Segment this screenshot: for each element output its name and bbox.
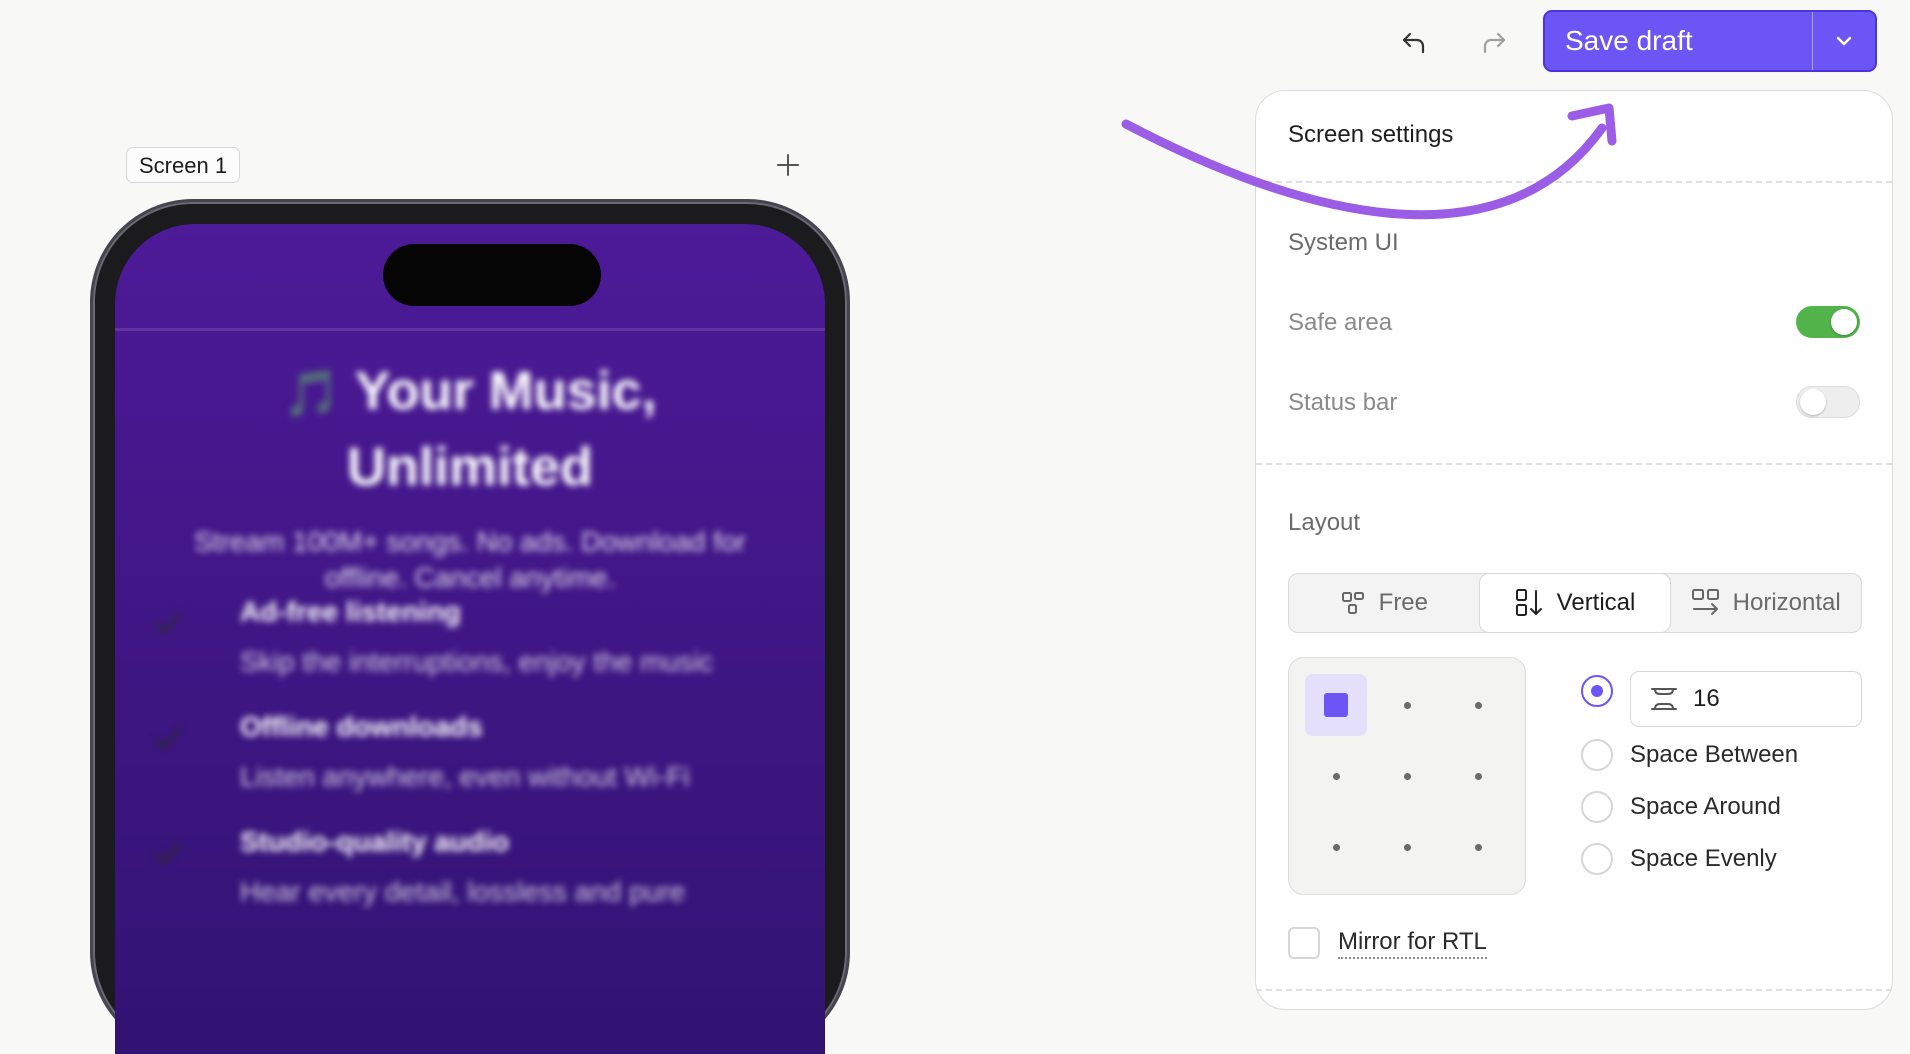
phone-screen[interactable]: 🎵 Your Music, Unlimited Stream 100M+ son… bbox=[115, 224, 825, 1054]
screen-label[interactable]: Screen 1 bbox=[126, 147, 241, 183]
save-draft-label: Save draft bbox=[1565, 25, 1693, 56]
chevron-down-icon bbox=[1836, 36, 1852, 46]
plus-icon bbox=[777, 154, 799, 176]
space-around-label: Space Around bbox=[1630, 793, 1781, 820]
space-between-label: Space Between bbox=[1630, 741, 1799, 768]
align-bottom-center[interactable] bbox=[1376, 816, 1438, 878]
dynamic-island bbox=[383, 244, 601, 306]
feature-title: Offline downloads bbox=[240, 711, 483, 742]
add-screen-button[interactable] bbox=[773, 150, 803, 180]
mirror-rtl-checkbox[interactable] bbox=[1288, 927, 1320, 959]
screen-label-text: Screen 1 bbox=[139, 153, 228, 178]
gap-value: 16 bbox=[1693, 685, 1720, 712]
align-top-right[interactable] bbox=[1447, 674, 1509, 736]
space-between-radio[interactable] bbox=[1581, 739, 1613, 771]
feature-description: Listen anywhere, even without Wi-Fi bbox=[240, 761, 690, 792]
section-divider bbox=[1256, 181, 1892, 183]
section-divider bbox=[1256, 989, 1892, 991]
hero-subtitle: Stream 100M+ songs. No ads. Download for… bbox=[155, 524, 785, 596]
redo-icon bbox=[1483, 32, 1506, 54]
undo-button[interactable] bbox=[1394, 22, 1434, 62]
space-evenly-radio[interactable] bbox=[1581, 843, 1613, 875]
align-top-left[interactable] bbox=[1305, 674, 1367, 736]
feature-title: Studio-quality audio bbox=[240, 826, 510, 857]
safe-area-toggle[interactable] bbox=[1796, 306, 1860, 338]
check-icon bbox=[154, 843, 182, 865]
feature-title: Ad-free listening bbox=[240, 596, 461, 627]
system-ui-heading: System UI bbox=[1288, 229, 1399, 256]
check-icon bbox=[154, 728, 182, 750]
gap-input[interactable]: 16 bbox=[1630, 671, 1862, 727]
hero-subtitle-line-2: offline. Cancel anytime. bbox=[324, 562, 616, 593]
section-divider bbox=[1256, 463, 1892, 465]
space-around-radio[interactable] bbox=[1581, 791, 1613, 823]
free-layout-icon bbox=[1341, 592, 1364, 614]
status-bar-divider bbox=[115, 328, 825, 331]
align-top-center[interactable] bbox=[1376, 674, 1438, 736]
save-options-button[interactable] bbox=[1812, 12, 1875, 70]
music-note-icon: 🎵 bbox=[283, 367, 341, 419]
align-middle-left[interactable] bbox=[1305, 745, 1367, 807]
layout-mode-segmented-control: Free Vertical Horizontal bbox=[1288, 573, 1862, 633]
status-bar-label: Status bar bbox=[1288, 389, 1398, 416]
vertical-layout-icon bbox=[1515, 589, 1542, 616]
layout-heading: Layout bbox=[1288, 509, 1361, 536]
alignment-grid bbox=[1288, 657, 1526, 895]
screen-settings-panel: Screen settings System UI Safe area Stat… bbox=[1255, 90, 1893, 1010]
layout-mode-horizontal-label: Horizontal bbox=[1732, 589, 1841, 616]
hero-title-line-1: Your Music, bbox=[354, 361, 657, 421]
redo-button[interactable] bbox=[1474, 22, 1514, 62]
align-bottom-left[interactable] bbox=[1305, 816, 1367, 878]
horizontal-layout-icon bbox=[1691, 589, 1719, 615]
align-bottom-right[interactable] bbox=[1447, 816, 1509, 878]
safe-area-label: Safe area bbox=[1288, 309, 1393, 336]
hero-title-line-2: Unlimited bbox=[346, 437, 593, 497]
save-draft-split-button: Save draft bbox=[1543, 10, 1877, 72]
status-bar-toggle[interactable] bbox=[1796, 386, 1860, 418]
hero-title: 🎵 Your Music, Unlimited bbox=[115, 354, 825, 504]
space-evenly-label: Space Evenly bbox=[1630, 845, 1777, 872]
gap-spacing-icon bbox=[1651, 688, 1677, 710]
phone-frame: 🎵 Your Music, Unlimited Stream 100M+ son… bbox=[93, 202, 847, 1054]
save-draft-button[interactable]: Save draft bbox=[1545, 12, 1812, 70]
layout-mode-vertical-label: Vertical bbox=[1556, 589, 1636, 616]
gap-fixed-radio[interactable] bbox=[1581, 675, 1613, 707]
layout-mode-vertical[interactable]: Vertical bbox=[1479, 574, 1671, 632]
align-middle-right[interactable] bbox=[1447, 745, 1509, 807]
feature-description: Hear every detail, lossless and pure bbox=[240, 876, 686, 907]
layout-mode-free[interactable]: Free bbox=[1289, 574, 1480, 632]
mirror-rtl-label[interactable]: Mirror for RTL bbox=[1338, 927, 1487, 959]
feature-description: Skip the interruptions, enjoy the music bbox=[240, 646, 714, 677]
panel-title: Screen settings bbox=[1288, 121, 1454, 148]
undo-icon bbox=[1402, 32, 1425, 54]
align-middle-center[interactable] bbox=[1376, 745, 1438, 807]
layout-mode-horizontal[interactable]: Horizontal bbox=[1670, 574, 1861, 632]
layout-mode-free-label: Free bbox=[1378, 589, 1429, 616]
check-icon bbox=[154, 613, 182, 635]
hero-subtitle-line-1: Stream 100M+ songs. No ads. Download for bbox=[194, 526, 746, 557]
